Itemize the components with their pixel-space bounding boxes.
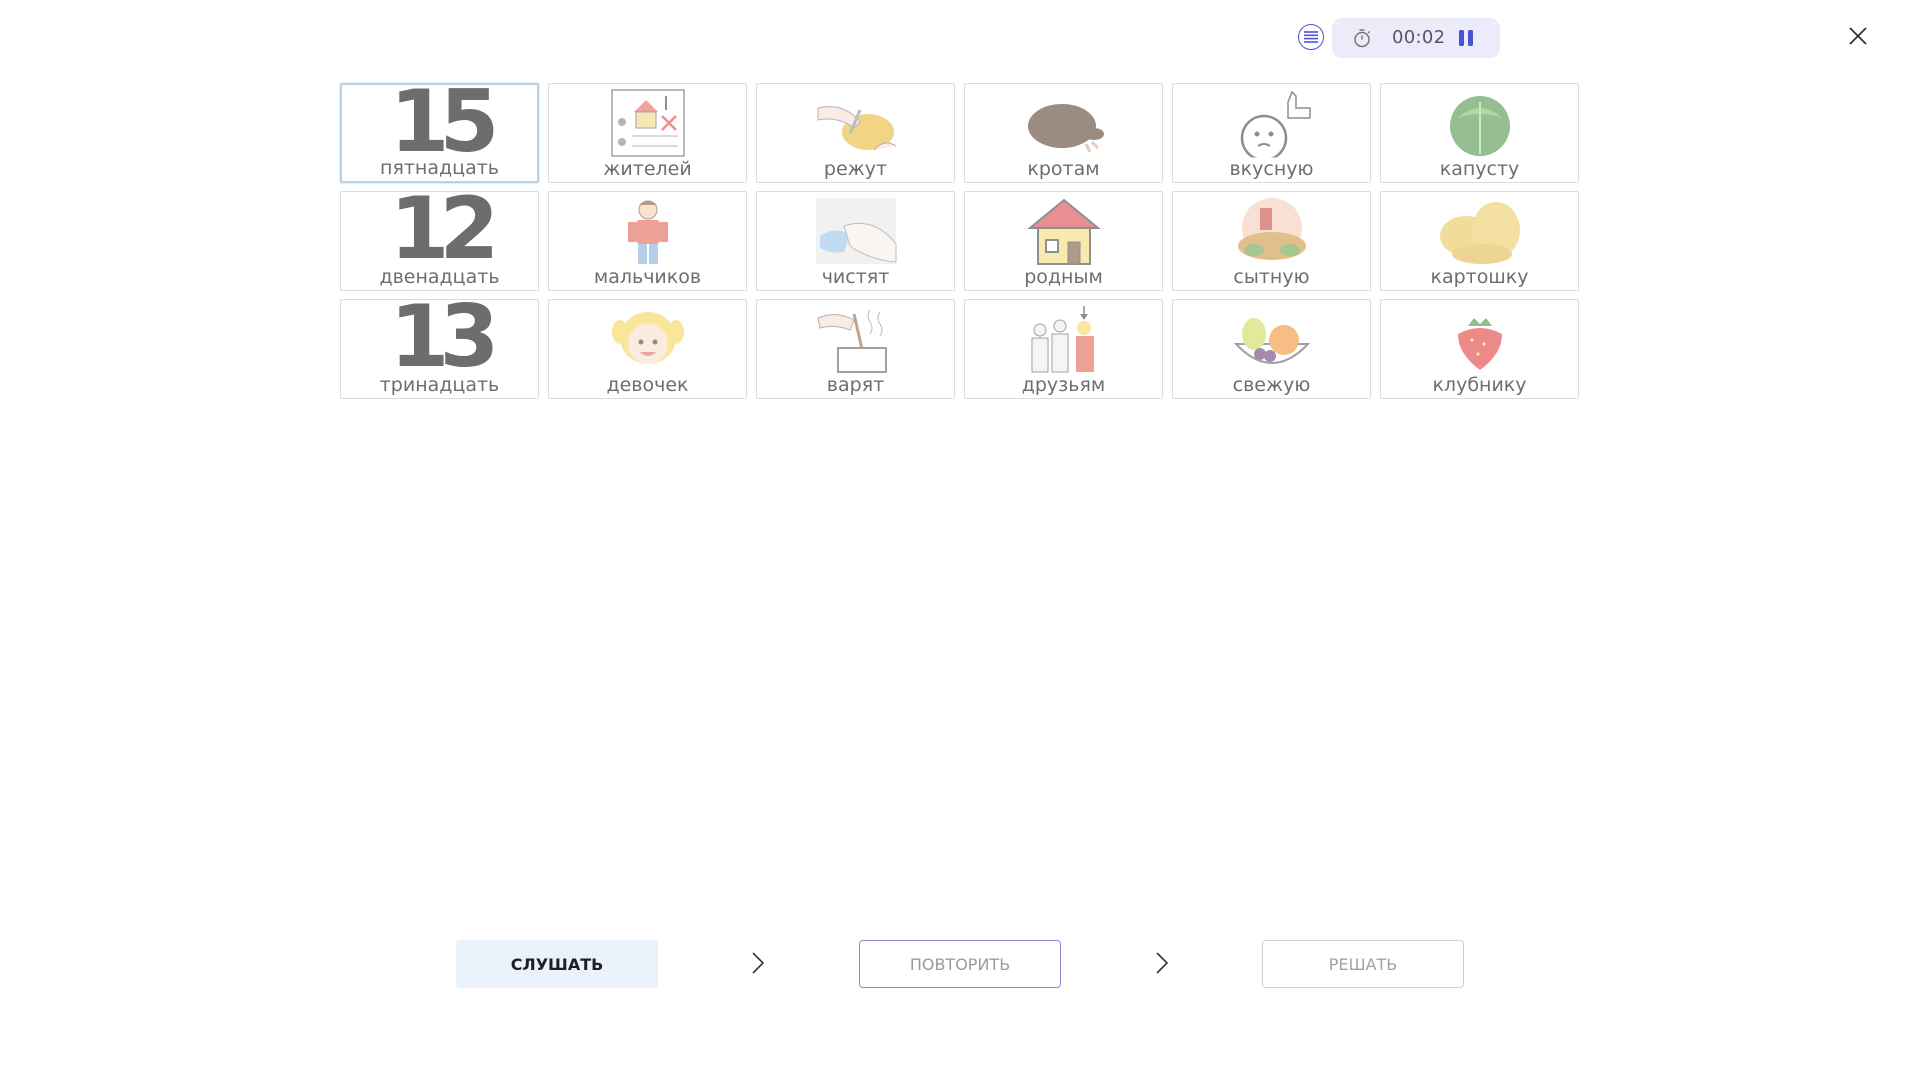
- close-icon[interactable]: [1846, 24, 1870, 48]
- card-label: пятнадцать: [342, 156, 537, 179]
- cleaning-hands-icon: [815, 198, 896, 264]
- girl-icon: [611, 312, 684, 364]
- card-label: картошку: [1381, 265, 1578, 288]
- card-potato[interactable]: картошку: [1380, 191, 1579, 291]
- card-friends[interactable]: друзьям: [964, 299, 1163, 399]
- cabbage-icon: [1449, 96, 1510, 156]
- hearty-meal-icon: [1237, 198, 1306, 260]
- card-label: кротам: [965, 157, 1162, 180]
- solve-button[interactable]: РЕШАТЬ: [1262, 940, 1464, 988]
- card-clean[interactable]: чистят: [756, 191, 955, 291]
- listen-button[interactable]: СЛУШАТЬ: [456, 940, 658, 988]
- card-cook[interactable]: варят: [756, 299, 955, 399]
- card-cabbage[interactable]: капусту: [1380, 83, 1579, 183]
- timer: 00:02: [1332, 18, 1500, 58]
- card-cut[interactable]: режут: [756, 83, 955, 183]
- card-label: вкусную: [1173, 157, 1370, 180]
- card-label: свежую: [1173, 373, 1370, 396]
- friends-icon: [1031, 306, 1094, 373]
- card-tasty[interactable]: вкусную: [1172, 83, 1371, 183]
- card-label: тринадцать: [341, 373, 538, 396]
- chevron-right-icon: [1156, 952, 1169, 974]
- boy-icon: [627, 200, 668, 264]
- stopwatch-icon: [1354, 29, 1371, 48]
- list-icon: [1304, 31, 1318, 43]
- cooking-pot-icon: [816, 309, 887, 373]
- strawberry-icon: [1457, 318, 1502, 370]
- card-label: сытную: [1173, 265, 1370, 288]
- card-label: чистят: [757, 265, 954, 288]
- cutting-hands-icon: [817, 106, 896, 151]
- tasty-face-icon: [1240, 90, 1311, 158]
- mole-icon: [1027, 104, 1104, 153]
- card-boys[interactable]: мальчиков: [548, 191, 747, 291]
- card-label: режут: [757, 157, 954, 180]
- card-grid: 15 пятнадцать жителей режут кротам вкусн…: [340, 83, 1579, 399]
- house-icon: [1026, 198, 1101, 265]
- card-strawberry[interactable]: клубнику: [1380, 299, 1579, 399]
- card-label: клубнику: [1381, 373, 1578, 396]
- card-relatives[interactable]: родным: [964, 191, 1163, 291]
- number-12-icon: 12: [389, 191, 500, 279]
- pause-icon[interactable]: [1458, 29, 1474, 47]
- number-13-icon: 13: [389, 299, 500, 387]
- residents-list-icon: [610, 89, 685, 157]
- timer-value: 00:02: [1392, 27, 1446, 48]
- card-fresh[interactable]: свежую: [1172, 299, 1371, 399]
- card-girls[interactable]: девочек: [548, 299, 747, 399]
- card-label: жителей: [549, 157, 746, 180]
- card-label: капусту: [1381, 157, 1578, 180]
- card-label: двенадцать: [341, 265, 538, 288]
- card-moles[interactable]: кротам: [964, 83, 1163, 183]
- fruit-bowl-icon: [1233, 318, 1310, 364]
- number-15-icon: 15: [389, 83, 500, 172]
- card-label: девочек: [549, 373, 746, 396]
- card-label: мальчиков: [549, 265, 746, 288]
- card-fifteen[interactable]: 15 пятнадцать: [340, 83, 539, 183]
- repeat-button[interactable]: ПОВТОРИТЬ: [859, 940, 1061, 988]
- card-hearty[interactable]: сытную: [1172, 191, 1371, 291]
- card-label: варят: [757, 373, 954, 396]
- card-thirteen[interactable]: 13 тринадцать: [340, 299, 539, 399]
- card-residents[interactable]: жителей: [548, 83, 747, 183]
- chevron-right-icon: [752, 952, 765, 974]
- card-label: друзьям: [965, 373, 1162, 396]
- menu-button[interactable]: [1298, 24, 1324, 50]
- potato-icon: [1439, 202, 1520, 264]
- card-twelve[interactable]: 12 двенадцать: [340, 191, 539, 291]
- card-label: родным: [965, 265, 1162, 288]
